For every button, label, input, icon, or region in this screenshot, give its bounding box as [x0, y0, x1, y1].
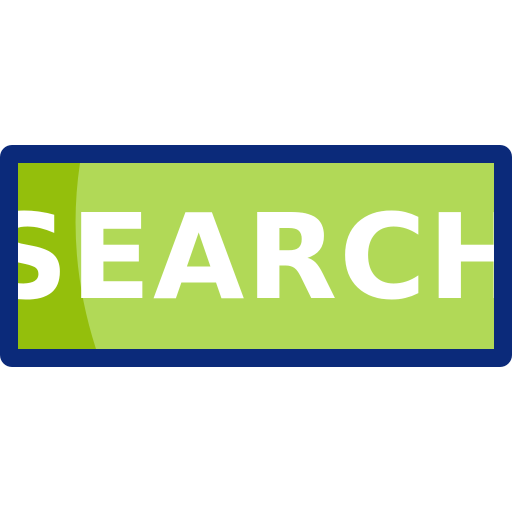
search-button[interactable]: SEARCH: [0, 145, 512, 367]
canvas: SEARCH: [0, 0, 512, 512]
search-button-label: SEARCH: [0, 188, 512, 326]
